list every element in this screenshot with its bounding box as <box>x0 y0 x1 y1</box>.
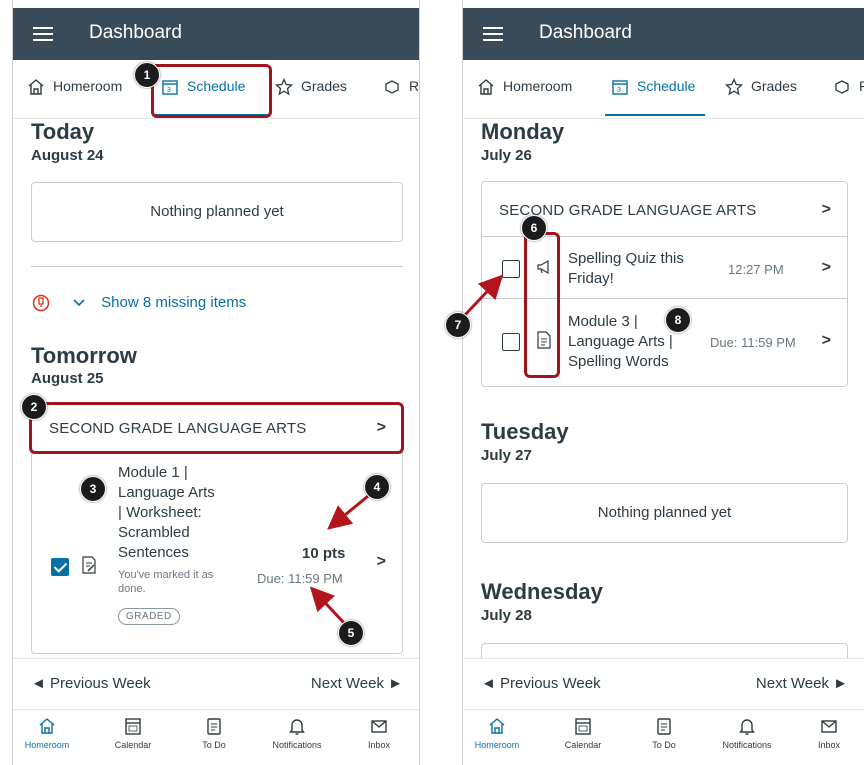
arrow-to-due <box>309 586 347 626</box>
arrow-to-checkbox <box>462 274 504 318</box>
annotation-badge: 2 <box>21 394 47 420</box>
annotation-badge: 4 <box>364 474 390 500</box>
annotation-badge: 7 <box>445 312 471 338</box>
annotation-badge: 5 <box>338 620 364 646</box>
annotation-arrows <box>309 274 504 626</box>
annotation-badge: 8 <box>665 307 691 333</box>
annotation-badge: 1 <box>134 62 160 88</box>
annotation-badge: 6 <box>521 215 547 241</box>
arrow-to-points <box>327 490 374 530</box>
annotation-badge: 3 <box>80 476 106 502</box>
